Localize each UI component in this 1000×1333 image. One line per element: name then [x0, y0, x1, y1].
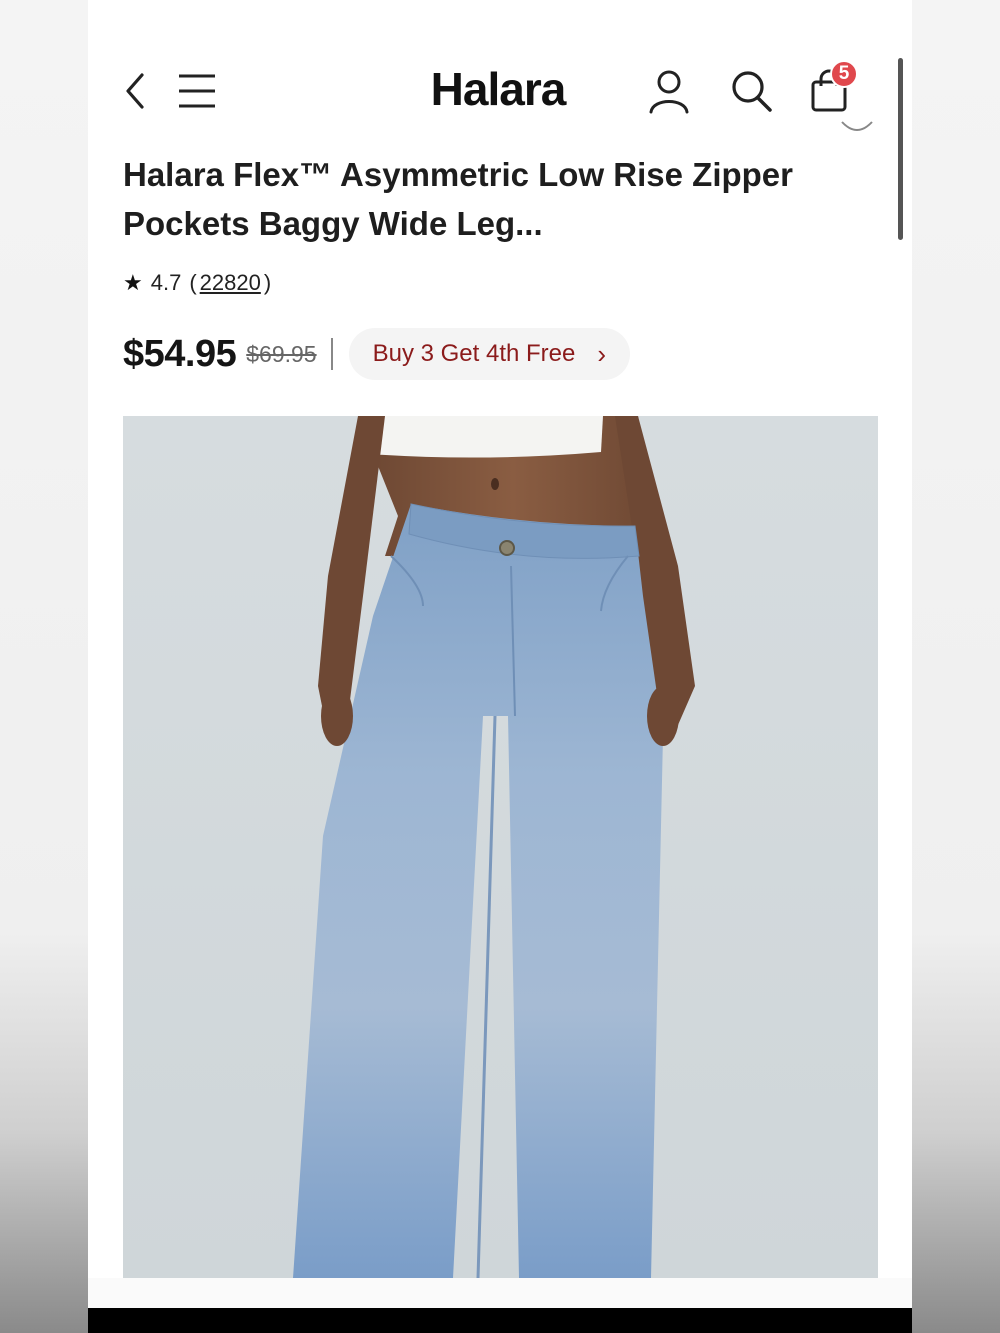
star-icon: ★: [123, 270, 143, 295]
chevron-right-icon: ›: [597, 338, 607, 369]
account-button[interactable]: [646, 68, 692, 114]
user-icon: [649, 70, 689, 114]
sale-price: $54.95: [123, 332, 237, 375]
review-count-link[interactable]: 22820: [200, 270, 261, 296]
chevron-left-icon: [126, 73, 144, 109]
menu-button[interactable]: [174, 68, 220, 114]
original-price: $69.95: [246, 340, 317, 367]
hamburger-menu-icon: [179, 74, 215, 108]
product-image[interactable]: [123, 416, 878, 1278]
paren-close: ): [263, 270, 272, 295]
bottom-strip: [88, 1278, 912, 1308]
paren-open: (: [189, 270, 197, 295]
back-button[interactable]: [112, 68, 158, 114]
search-button[interactable]: [728, 68, 774, 114]
product-title: Halara Flex™ Asymmetric Low Rise Zipper …: [123, 156, 794, 242]
promo-button[interactable]: Buy 3 Get 4th Free ›: [348, 328, 631, 380]
promo-label: Buy 3 Get 4th Free: [372, 340, 576, 367]
product-page: Halara 5 Halara Flex™ Asymmetric Low Ris…: [88, 0, 912, 1333]
chevron-down-icon: [841, 121, 873, 131]
app-header: Halara 5: [88, 40, 912, 135]
product-rating: ★ 4.7 ( 22820 ): [123, 268, 274, 298]
product-photo-wide-leg-jeans: [123, 416, 878, 1278]
bottom-bar: [88, 1308, 912, 1333]
scrollbar[interactable]: [898, 58, 903, 240]
search-icon: [732, 71, 772, 112]
brand-logo[interactable]: Halara: [408, 62, 588, 116]
cart-button[interactable]: 5: [806, 60, 858, 114]
price-divider: [330, 338, 333, 370]
cart-count-badge: 5: [830, 60, 858, 88]
price-row: $54.95 $69.95 Buy 3 Get 4th Free ›: [123, 326, 631, 382]
rating-value: 4.7: [150, 270, 182, 295]
